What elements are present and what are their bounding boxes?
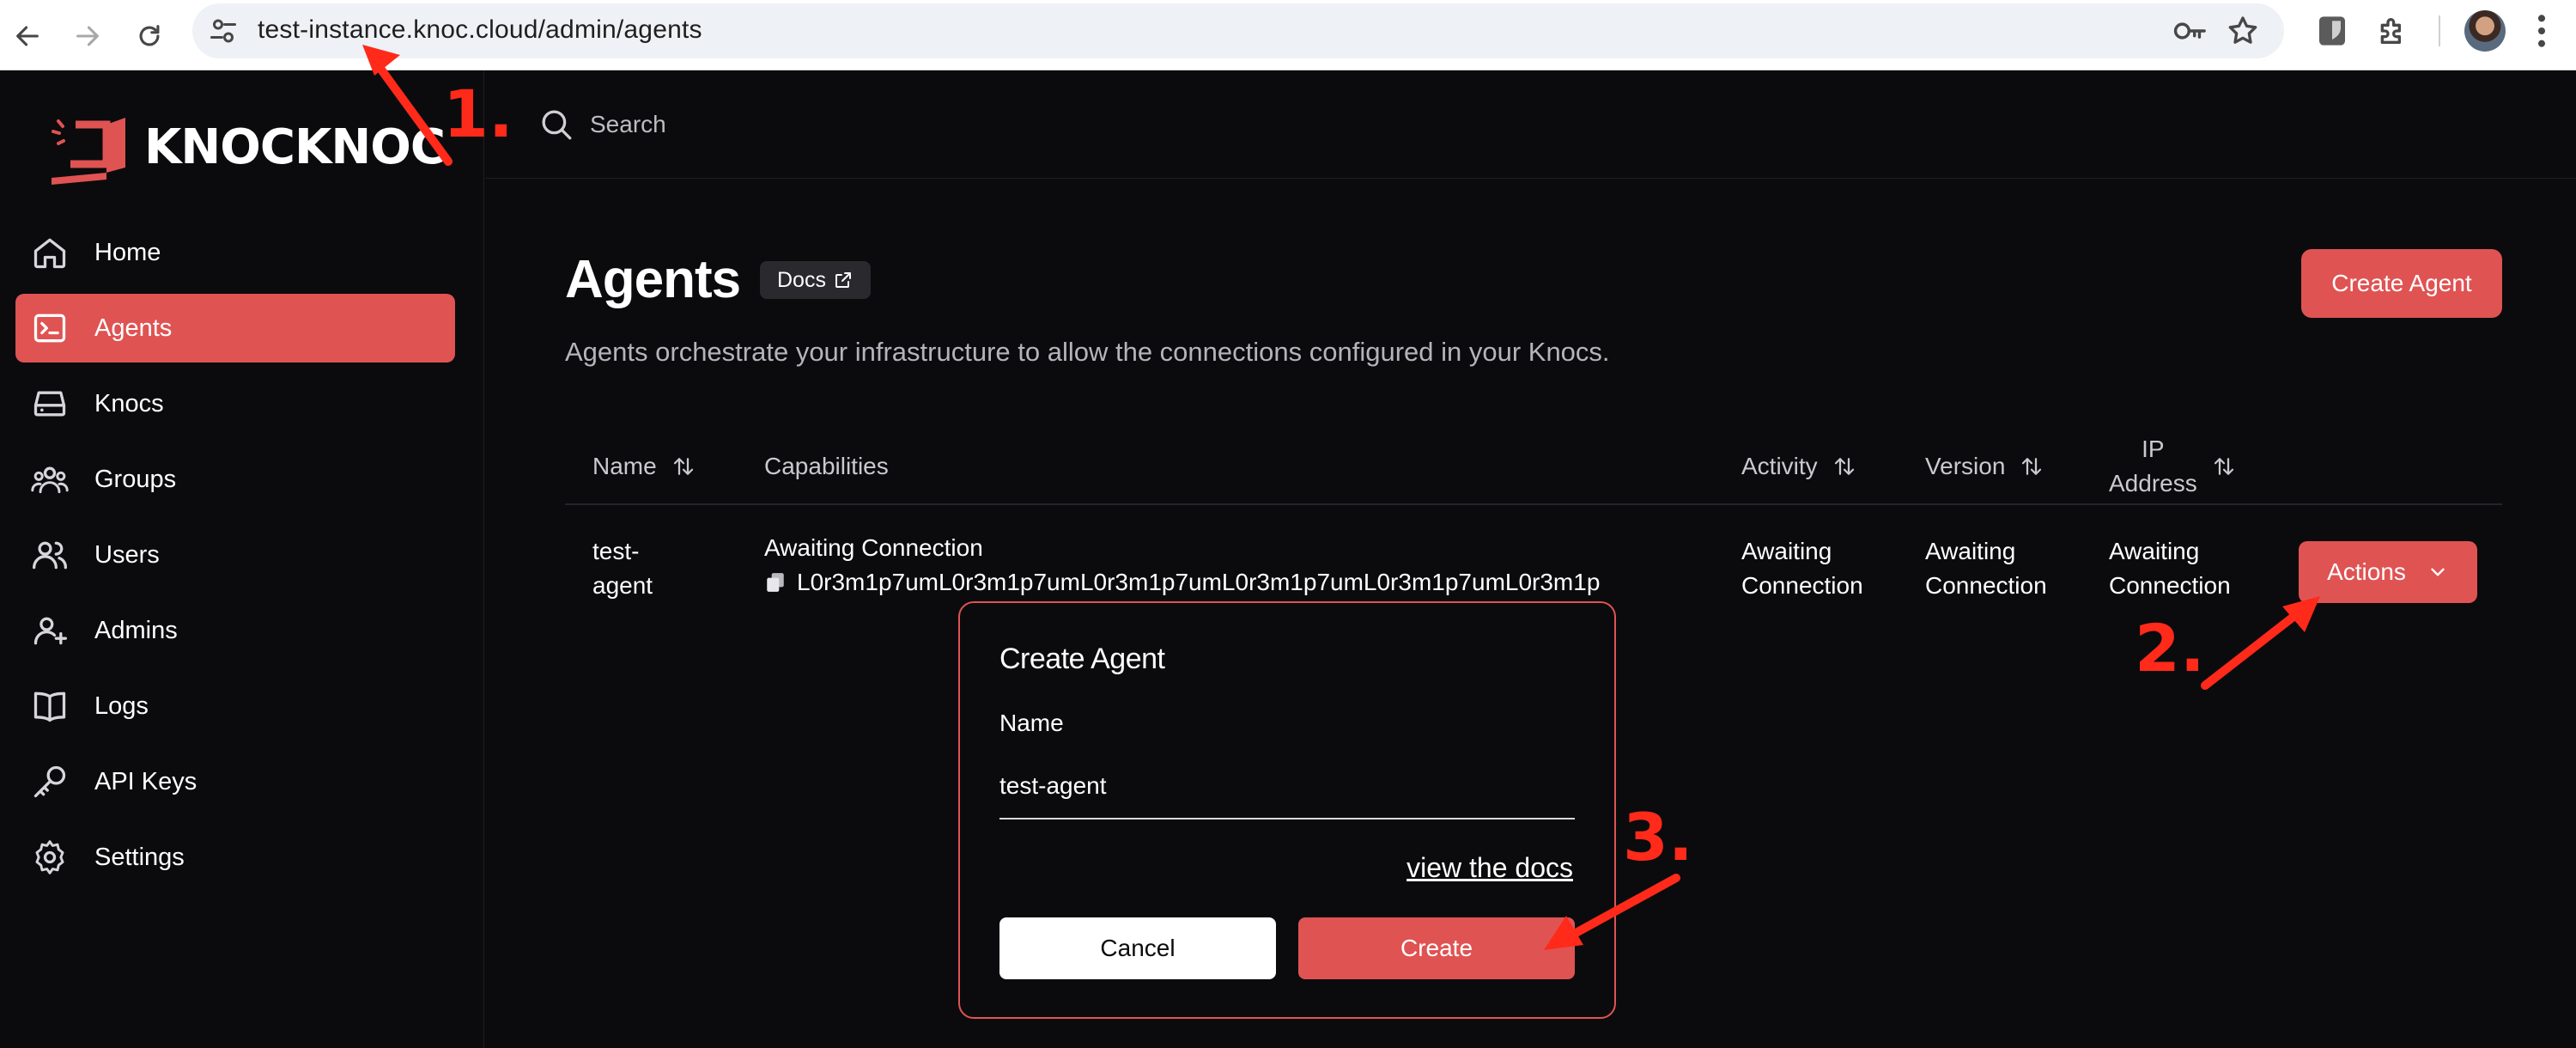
agent-name-cell: test- agent	[592, 538, 653, 599]
back-button[interactable]	[3, 12, 52, 60]
sidebar-item-api-keys[interactable]: API Keys	[15, 747, 455, 816]
more-menu-icon[interactable]	[2533, 12, 2550, 50]
book-icon	[33, 692, 66, 722]
sort-icon	[673, 458, 693, 475]
modal-title: Create Agent	[999, 643, 1165, 675]
version-cell: Awaiting Connection	[1925, 538, 2047, 599]
sidebar-item-home[interactable]: Home	[15, 218, 455, 287]
sidebar-item-users[interactable]: Users	[15, 521, 455, 589]
create-agent-modal: Create Agent Name view the docs Cancel C…	[958, 601, 1616, 1019]
profile-avatar[interactable]	[2464, 10, 2506, 52]
site-settings-icon[interactable]	[208, 15, 239, 46]
activity-cell: Awaiting Connection	[1741, 538, 1863, 599]
extensions-puzzle-icon[interactable]	[2375, 14, 2409, 48]
sidebar-item-label: Settings	[94, 843, 185, 871]
reload-icon	[139, 25, 160, 46]
brand-logo[interactable]: KNOCKNOC	[46, 108, 446, 186]
bookmark-star-icon[interactable]	[2226, 14, 2260, 48]
users-icon	[33, 541, 67, 570]
reload-button[interactable]	[125, 12, 173, 60]
page-subtitle: Agents orchestrate your infrastructure t…	[565, 337, 1610, 367]
brand-name: KNOCKNOC	[144, 119, 446, 175]
sidebar-item-logs[interactable]: Logs	[15, 672, 455, 740]
sidebar: KNOCKNOC Home Agents Knocs Groups Users …	[0, 70, 484, 1048]
gear-icon	[35, 840, 64, 874]
step-2-label: 2.	[2135, 610, 2205, 686]
sidebar-item-label: Logs	[94, 692, 149, 720]
name-field-label: Name	[999, 710, 1064, 736]
view-docs-link[interactable]: view the docs	[1406, 852, 1573, 884]
address-bar[interactable]: test-instance.knoc.cloud/admin/agents	[192, 3, 2284, 58]
ip-address-cell: Awaiting Connection	[2109, 538, 2231, 599]
sidebar-item-groups[interactable]: Groups	[15, 445, 455, 514]
search-input[interactable]	[590, 103, 1105, 146]
sidebar-item-label: Home	[94, 238, 161, 266]
column-header-name[interactable]: Name	[592, 428, 696, 505]
terminal-icon	[33, 314, 66, 343]
cancel-button[interactable]: Cancel	[999, 917, 1276, 979]
bitwarden-extension-icon[interactable]	[2315, 14, 2349, 48]
chevron-down-icon	[2431, 568, 2445, 576]
column-header-capabilities: Capabilities	[764, 453, 889, 479]
copy-icon[interactable]	[764, 571, 787, 594]
step-3-label: 3.	[1623, 799, 1693, 875]
sidebar-item-agents[interactable]: Agents	[15, 294, 455, 363]
create-button[interactable]: Create	[1298, 917, 1575, 979]
toolbar-divider	[2439, 15, 2440, 46]
capability-id[interactable]: L0r3m1p7umL0r3m1p7umL0r3m1p7umL0r3m1p7um…	[764, 565, 1600, 600]
forward-arrow-icon	[76, 26, 99, 46]
hard-drive-icon	[33, 391, 66, 417]
step-1-label: 1.	[443, 76, 513, 152]
search-icon	[542, 110, 572, 140]
sidebar-item-knocs[interactable]: Knocs	[15, 369, 455, 438]
create-agent-button[interactable]: Create Agent	[2301, 249, 2502, 318]
knocknoc-logo-icon	[52, 118, 125, 185]
table-header: Name Capabilities Activity Version IP Ad…	[565, 428, 2502, 505]
user-plus-icon	[33, 617, 67, 645]
sidebar-item-label: Agents	[94, 314, 173, 342]
sidebar-nav: Home Agents Knocs Groups Users Admins Lo…	[15, 218, 455, 899]
password-key-icon[interactable]	[2172, 15, 2207, 46]
key-icon	[33, 765, 66, 798]
actions-dropdown-button[interactable]: Actions	[2299, 541, 2477, 603]
sidebar-item-label: Knocs	[94, 389, 164, 417]
sort-icon	[2214, 458, 2233, 475]
docs-badge-label: Docs	[777, 267, 826, 292]
external-link-icon	[835, 272, 851, 288]
sort-icon	[2022, 458, 2042, 475]
sidebar-item-label: API Keys	[94, 767, 197, 795]
agent-name-input[interactable]	[999, 754, 1575, 820]
home-icon	[33, 238, 66, 269]
sidebar-item-label: Admins	[94, 616, 178, 644]
back-arrow-icon	[16, 26, 39, 46]
top-search-bar	[485, 70, 2576, 179]
docs-link-badge[interactable]: Docs	[760, 261, 871, 299]
sort-icon	[1834, 458, 1854, 475]
sidebar-item-settings[interactable]: Settings	[15, 823, 455, 892]
column-header-ip-address[interactable]: IP Address	[2109, 428, 2237, 505]
forward-button[interactable]	[64, 12, 112, 60]
capabilities-cell: Awaiting Connection L0r3m1p7umL0r3m1p7um…	[764, 531, 1600, 600]
url-text[interactable]: test-instance.knoc.cloud/admin/agents	[258, 15, 702, 45]
groups-icon	[31, 466, 69, 494]
sidebar-item-label: Users	[94, 540, 160, 569]
sidebar-item-label: Groups	[94, 465, 177, 493]
page-title: Agents	[565, 250, 741, 309]
browser-toolbar: test-instance.knoc.cloud/admin/agents	[0, 0, 2576, 70]
column-header-version[interactable]: Version	[1925, 428, 2044, 505]
column-header-activity[interactable]: Activity	[1741, 428, 1857, 505]
sidebar-item-admins[interactable]: Admins	[15, 596, 455, 665]
